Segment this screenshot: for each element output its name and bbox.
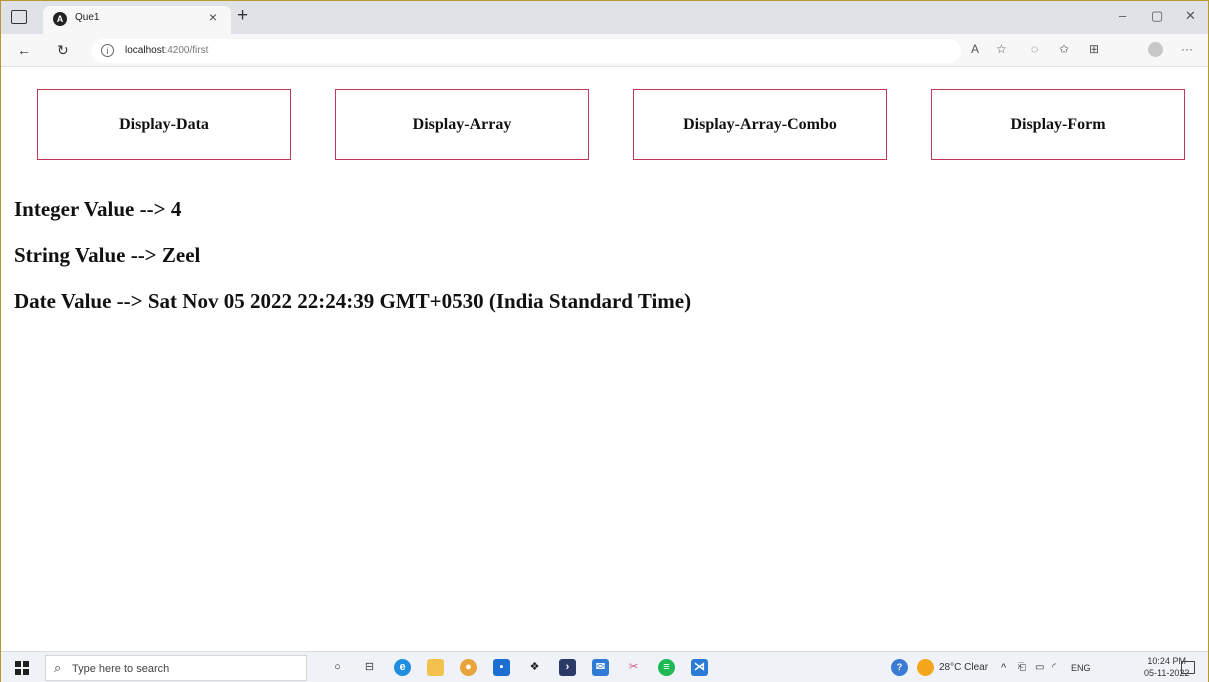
url-text: localhost:4200/first <box>125 45 208 56</box>
close-window-icon[interactable]: ✕ <box>1185 8 1196 24</box>
favorite-star-icon[interactable]: ☆ <box>996 42 1007 56</box>
snipping-tool-icon[interactable]: ✂ <box>625 659 642 676</box>
battery-icon[interactable]: ▭ <box>1035 662 1044 673</box>
cortana-icon[interactable]: ○ <box>329 659 346 676</box>
vscode-icon[interactable]: ⋊ <box>691 659 708 676</box>
task-view-icon[interactable]: ⊟ <box>361 659 378 676</box>
help-icon[interactable]: ? <box>891 659 908 676</box>
weather-text[interactable]: 28°C Clear <box>939 662 988 673</box>
more-icon[interactable]: ··· <box>1181 42 1193 56</box>
tab-actions-icon[interactable] <box>11 10 27 24</box>
tab-close-icon[interactable]: × <box>209 9 217 25</box>
info-icon[interactable]: i <box>101 44 114 57</box>
display-array-combo-link[interactable]: Display-Array-Combo <box>633 89 887 160</box>
mail-icon[interactable]: ✉ <box>592 659 609 676</box>
back-icon[interactable]: ← <box>17 42 31 58</box>
refresh-icon[interactable]: ↻ <box>57 42 69 59</box>
windows-taskbar: ⌕ Type here to search ○ ⊟ e ● ▪ ❖ › ✉ ✂ … <box>1 651 1208 682</box>
taskbar-search-box[interactable]: ⌕ Type here to search <box>45 655 307 681</box>
favorites-icon[interactable]: ✩ <box>1059 42 1069 56</box>
search-icon: ⌕ <box>54 660 62 675</box>
edge-icon[interactable]: e <box>394 659 411 676</box>
search-placeholder: Type here to search <box>72 663 170 675</box>
integer-value-text: Integer Value --> 4 <box>14 197 182 221</box>
new-tab-button[interactable]: + <box>237 5 248 27</box>
string-value-text: String Value --> Zeel <box>14 243 201 267</box>
notifications-icon[interactable] <box>1181 661 1195 674</box>
url-host: localhost <box>125 45 165 56</box>
browser-tab-bar: A Que1 × + – ▢ ✕ <box>1 1 1208 34</box>
display-array-link[interactable]: Display-Array <box>335 89 589 160</box>
browser-tab[interactable]: A Que1 × <box>43 6 231 34</box>
angular-logo-icon: A <box>53 12 67 26</box>
browser-toolbar: ← ↻ i localhost:4200/first A ☆ ◌ ✩ ⊞ ··· <box>1 34 1208 67</box>
display-form-link[interactable]: Display-Form <box>931 89 1185 160</box>
store-icon[interactable]: ▪ <box>493 659 510 676</box>
screen: A Que1 × + – ▢ ✕ ← ↻ i localhost:4200/fi… <box>0 0 1209 682</box>
show-hidden-icons-icon[interactable]: ^ <box>1001 662 1006 674</box>
display-data-link[interactable]: Display-Data <box>37 89 291 160</box>
wifi-icon[interactable]: ◜ <box>1052 662 1056 673</box>
restore-icon[interactable]: ▢ <box>1151 8 1163 24</box>
read-aloud-icon[interactable]: A <box>971 42 979 56</box>
collections-icon[interactable]: ⊞ <box>1089 42 1099 56</box>
chrome-icon[interactable]: ● <box>460 659 477 676</box>
tab-title: Que1 <box>75 12 100 23</box>
url-path: :4200/first <box>164 45 209 56</box>
device-icon[interactable]: ⎗ <box>1018 662 1026 673</box>
extensions-icon[interactable]: ◌ <box>1031 42 1038 56</box>
profile-avatar[interactable] <box>1148 42 1163 57</box>
date-value-text: Date Value --> Sat Nov 05 2022 22:24:39 … <box>14 289 692 313</box>
spotify-icon[interactable]: ≡ <box>658 659 675 676</box>
minimize-icon[interactable]: – <box>1119 8 1126 23</box>
dropbox-icon[interactable]: ❖ <box>526 659 543 676</box>
address-bar[interactable]: i localhost:4200/first <box>91 39 961 63</box>
windows-start-icon[interactable] <box>15 661 29 675</box>
language-indicator[interactable]: ENG <box>1071 663 1091 673</box>
powershell-icon[interactable]: › <box>559 659 576 676</box>
weather-icon <box>917 659 934 676</box>
file-explorer-icon[interactable] <box>427 659 444 676</box>
